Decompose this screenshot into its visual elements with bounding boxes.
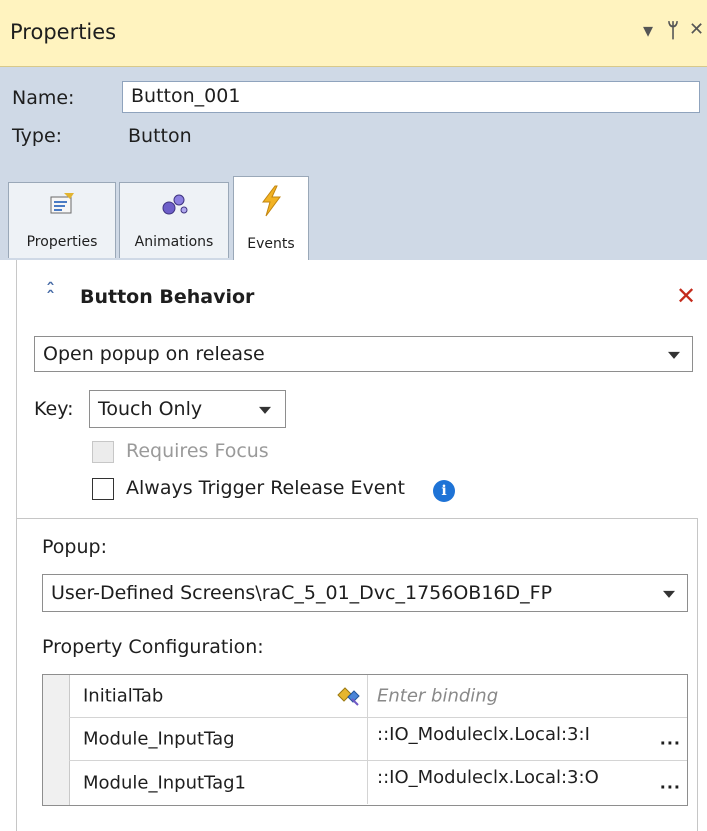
info-icon[interactable]: i [433, 480, 455, 502]
browse-button[interactable]: ... [660, 730, 681, 749]
always-trigger-checkbox[interactable] [92, 478, 114, 500]
table-row[interactable]: InitialTab Enter binding [69, 675, 687, 718]
action-dropdown[interactable]: Open popup on release [34, 336, 693, 372]
tab-properties-label: Properties [26, 234, 98, 250]
tab-animations[interactable]: Animations [119, 182, 229, 258]
panel-title: Properties [10, 20, 117, 44]
requires-focus-label: Requires Focus [126, 440, 269, 462]
tab-animations-label: Animations [134, 234, 214, 250]
tab-events-label: Events [247, 236, 295, 252]
tab-properties[interactable]: Properties [8, 182, 116, 258]
property-config-grid: InitialTab Enter binding Module_InputTag… [42, 674, 688, 806]
key-dropdown-value: Touch Only [98, 398, 203, 420]
panel-title-bar: Properties ▾ ᛘ ✕ [0, 0, 707, 67]
type-label: Type: [12, 125, 63, 147]
tab-events[interactable]: Events [233, 176, 309, 260]
requires-focus-checkbox[interactable] [92, 441, 114, 463]
type-value: Button [128, 125, 192, 147]
popup-dropdown-value: User-Defined Screens\raC_5_01_Dvc_1756OB… [51, 582, 553, 604]
property-name: Module_InputTag [83, 728, 235, 750]
element-info-header: Name: Button_001 Type: Button [0, 67, 707, 170]
close-icon[interactable]: ✕ [689, 18, 704, 42]
grid-column-separator [367, 718, 368, 760]
popup-label: Popup: [42, 536, 107, 558]
name-label: Name: [12, 87, 75, 109]
property-name: InitialTab [83, 685, 164, 707]
window-menu-icon[interactable]: ▾ [643, 18, 653, 42]
chevron-down-icon [259, 406, 271, 414]
grid-column-separator [367, 761, 368, 804]
binding-icon[interactable] [335, 685, 361, 707]
properties-icon [50, 193, 74, 214]
remove-behavior-icon[interactable]: ✕ [676, 282, 696, 310]
chevron-down-icon [668, 351, 680, 359]
property-name: Module_InputTag1 [83, 772, 246, 793]
grid-row-gutter [43, 675, 70, 805]
collapse-icon[interactable]: ˆˆ [46, 282, 55, 308]
action-dropdown-value: Open popup on release [43, 343, 265, 365]
pin-icon[interactable]: ᛘ [667, 18, 679, 42]
tab-strip: Properties Animations Events [0, 170, 707, 260]
browse-button[interactable]: ... [660, 773, 681, 792]
grid-column-separator [367, 675, 368, 717]
name-field[interactable]: Button_001 [122, 81, 700, 113]
popup-dropdown[interactable]: User-Defined Screens\raC_5_01_Dvc_1756OB… [42, 574, 688, 612]
property-value[interactable]: ::IO_Moduleclx.Local:3:I [377, 724, 590, 745]
key-dropdown[interactable]: Touch Only [89, 390, 286, 428]
animations-icon [162, 194, 188, 215]
section-title: Button Behavior [80, 286, 255, 308]
always-trigger-label: Always Trigger Release Event [126, 477, 405, 499]
chevron-down-icon [663, 590, 675, 598]
lightning-icon [262, 185, 281, 217]
table-row[interactable]: Module_InputTag1 ::IO_Moduleclx.Local:3:… [69, 761, 687, 804]
binding-input[interactable]: Enter binding [377, 686, 498, 707]
property-value[interactable]: ::IO_Moduleclx.Local:3:O [377, 767, 599, 788]
key-label: Key: [34, 398, 74, 420]
table-row[interactable]: Module_InputTag ::IO_Moduleclx.Local:3:I… [69, 718, 687, 761]
property-config-label: Property Configuration: [42, 636, 264, 658]
